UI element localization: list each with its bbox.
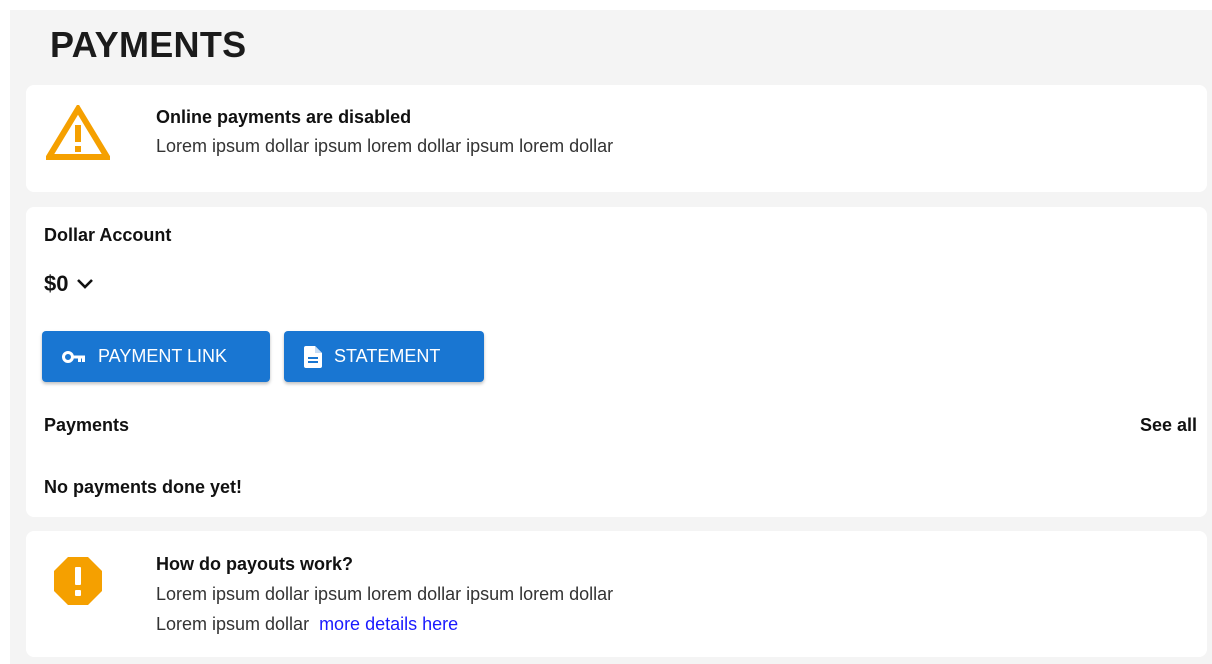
payouts-info-card: How do payouts work? Lorem ipsum dollar … xyxy=(26,531,1207,657)
payment-link-label: PAYMENT LINK xyxy=(98,346,228,366)
dollar-account-card: Dollar Account $0 PAYMENT LINK STATEMENT… xyxy=(26,207,1207,517)
alert-title: Online payments are disabled xyxy=(156,107,412,127)
online-payments-alert-card: Online payments are disabled Lorem ipsum… xyxy=(26,85,1207,192)
payout-text: How do payouts work? Lorem ipsum dollar … xyxy=(156,549,613,639)
payment-link-button[interactable]: PAYMENT LINK xyxy=(42,331,270,382)
payout-body-text: Lorem ipsum dollar xyxy=(156,614,310,634)
alert-text: Online payments are disabled Lorem ipsum… xyxy=(156,107,613,157)
payments-page: PAYMENTS Online payments are disabled Lo… xyxy=(10,10,1212,664)
alert-body: Lorem ipsum dollar ipsum lorem dollar ip… xyxy=(156,136,614,156)
exclamation-octagon-icon xyxy=(54,557,102,605)
payout-body-line-2: Lorem ipsum dollar more details here xyxy=(156,609,613,639)
chevron-down-icon xyxy=(77,279,94,289)
warning-triangle-icon xyxy=(46,105,110,160)
payout-title: How do payouts work? xyxy=(156,554,354,574)
statement-button[interactable]: STATEMENT xyxy=(284,331,484,382)
statement-label: STATEMENT xyxy=(334,346,441,366)
more-details-link[interactable]: more details here xyxy=(319,614,458,634)
key-icon xyxy=(62,350,85,363)
balance-value: $0 xyxy=(44,271,69,296)
page-title: PAYMENTS xyxy=(50,24,247,65)
payments-section-label: Payments xyxy=(44,415,130,435)
balance-dropdown[interactable]: $0 xyxy=(44,271,94,297)
empty-payments-message: No payments done yet! xyxy=(44,477,243,497)
see-all-link[interactable]: See all xyxy=(1140,415,1197,436)
account-label: Dollar Account xyxy=(44,225,172,245)
payout-body-line-1: Lorem ipsum dollar ipsum lorem dollar ip… xyxy=(156,584,614,604)
document-icon xyxy=(304,345,322,368)
